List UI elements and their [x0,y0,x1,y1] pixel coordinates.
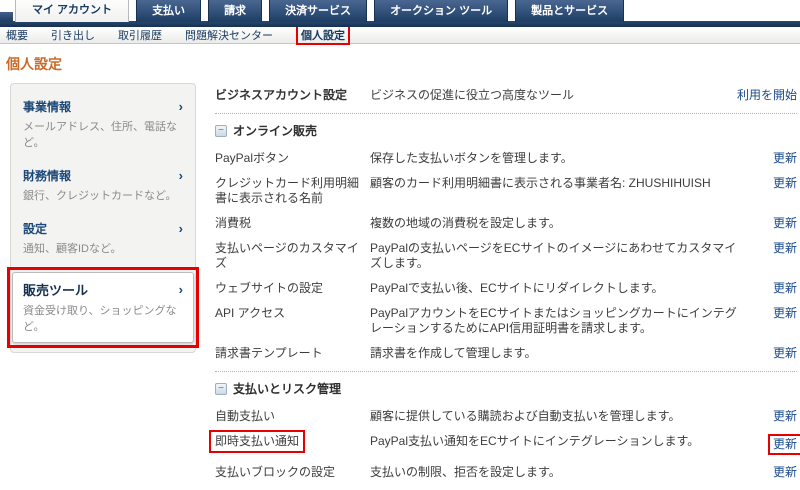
tab-bar-left-stub [0,12,13,22]
dotted-divider [215,371,797,372]
row-label: 支払いページのカスタマイズ [215,241,359,270]
page-title: 個人設定 [6,56,62,72]
row-description: 顧客に提供している購読および自動支払いを管理します。 [370,409,681,423]
row-description: 複数の地域の消費税を設定します。 [370,216,561,230]
row-paypal-buttons: PayPalボタン 保存した支払いボタンを管理します。 更新 [215,151,797,166]
sub-navigation: 概要 引き出し 取引履歴 問題解決センター 個人設定 [0,25,800,45]
row-block-payments: 支払いブロックの設定 支払いの制限、拒否を設定します。 更新 [215,465,797,480]
section-title: オンライン販売 [233,124,318,138]
main-tabs: マイ アカウント 支払い 請求 決済サービス オークション ツール 製品とサービ… [15,0,625,22]
dotted-divider [215,113,797,114]
subnav-resolution-center[interactable]: 問題解決センター [185,27,273,43]
update-link-ipn[interactable]: 更新 [767,434,800,455]
sidebar-item-settings[interactable]: 設定 › 通知、顧客IDなど。 [11,212,195,265]
row-description: PayPalで支払い後、ECサイトにリダイレクトします。 [370,281,664,295]
tab-my-account[interactable]: マイ アカウント [15,0,130,22]
sidebar-item-title: 設定 [23,222,48,236]
row-website-preferences: ウェブサイトの設定 PayPalで支払い後、ECサイトにリダイレクトします。 更… [215,281,797,296]
row-label: API アクセス [215,306,286,320]
row-description: 顧客のカード利用明細書に表示される事業者名: ZHUSHIHUISH [370,176,711,190]
section-payment-risk: − 支払いとリスク管理 [215,380,797,397]
sidebar-item-business-info[interactable]: 事業情報 › メールアドレス、住所、電話など。 [11,90,195,159]
collapse-minus-icon[interactable]: − [215,382,227,395]
row-label: ウェブサイトの設定 [215,281,324,295]
profile-sidebar: 事業情報 › メールアドレス、住所、電話など。 財務情報 › 銀行、クレジットカ… [7,83,199,353]
subnav-history[interactable]: 取引履歴 [118,27,162,43]
annotation-red-box-ipn-label: 即時支払い通知 [209,430,306,453]
sidebar-item-selling-tools[interactable]: 販売ツール › 資金受け取り、ショッピングなど。 [12,272,194,343]
update-link[interactable]: 更新 [773,346,797,361]
update-link[interactable]: 更新 [773,306,797,321]
update-link[interactable]: 更新 [773,241,797,256]
row-description: ビジネスの促進に役立つ高度なツール [370,88,575,102]
section-title: 支払いとリスク管理 [233,382,342,396]
sidebar-item-title: 事業情報 [23,100,72,114]
row-label: 自動支払い [215,409,276,423]
row-description: 支払いの制限、拒否を設定します。 [370,465,561,479]
sidebar-item-subtitle: 通知、顧客IDなど。 [23,243,122,255]
row-credit-card-statement-name: クレジットカード利用明細書に表示される名前 顧客のカード利用明細書に表示される事… [215,176,797,206]
tab-payments[interactable]: 支払い [136,0,202,22]
subnav-withdraw[interactable]: 引き出し [51,27,95,43]
row-description: 保存した支払いボタンを管理します。 [370,151,573,165]
row-description: PayPal支払い通知をECサイトにインテグレーションします。 [370,434,700,448]
update-link[interactable]: 更新 [773,151,797,166]
row-label: 消費税 [215,216,252,230]
annotation-red-box-selling-tools: 販売ツール › 資金受け取り、ショッピングなど。 [7,267,199,348]
row-sales-tax: 消費税 複数の地域の消費税を設定します。 更新 [215,216,797,231]
row-business-account: ビジネスアカウント設定 ビジネスの促進に役立つ高度なツール 利用を開始 [215,88,797,103]
update-link[interactable]: 更新 [773,465,797,480]
row-label: PayPalボタン [215,151,290,165]
update-link[interactable]: 更新 [773,281,797,296]
tab-merchant-services[interactable]: 決済サービス [269,0,368,22]
chevron-right-icon: › [178,99,183,114]
row-description: 請求書を作成して管理します。 [370,346,537,360]
subnav-profile[interactable]: 個人設定 [296,25,350,45]
row-label: 即時支払い通知 [209,430,370,453]
update-link[interactable]: 更新 [773,216,797,231]
sidebar-item-subtitle: 銀行、クレジットカードなど。 [23,190,177,202]
sidebar-item-title: 財務情報 [23,169,72,183]
row-label: 請求書テンプレート [215,346,323,360]
sidebar-item-subtitle: メールアドレス、住所、電話など。 [23,121,177,149]
row-api-access: API アクセス PayPalアカウントをECサイトまたはショッピングカートにイ… [215,306,797,336]
tab-products-services[interactable]: 製品とサービス [515,0,625,22]
row-label: 支払いブロックの設定 [215,465,336,479]
row-automatic-payments: 自動支払い 顧客に提供している購読および自動支払いを管理します。 更新 [215,409,797,424]
chevron-right-icon: › [178,221,183,236]
collapse-minus-icon[interactable]: − [215,124,227,137]
tab-auction-tools[interactable]: オークション ツール [374,0,509,22]
tab-request[interactable]: 請求 [208,0,263,22]
chevron-right-icon: › [178,168,183,183]
row-label: ビジネスアカウント設定 [215,88,348,102]
chevron-right-icon: › [178,282,183,297]
update-link[interactable]: 更新 [773,409,797,424]
subnav-overview[interactable]: 概要 [6,27,28,43]
row-invoice-templates: 請求書テンプレート 請求書を作成して管理します。 更新 [215,346,797,361]
row-description: PayPalアカウントをECサイトまたはショッピングカートにインテグレーションす… [370,306,737,335]
row-label: クレジットカード利用明細書に表示される名前 [215,176,360,205]
update-link[interactable]: 更新 [773,176,797,191]
sidebar-item-financial-info[interactable]: 財務情報 › 銀行、クレジットカードなど。 [11,159,195,212]
row-payment-page-customize: 支払いページのカスタマイズ PayPalの支払いページをECサイトのイメージにあ… [215,241,797,271]
top-tab-bar: マイ アカウント 支払い 請求 決済サービス オークション ツール 製品とサービ… [0,0,800,27]
row-description: PayPalの支払いページをECサイトのイメージにあわせてカスタマイズします。 [370,241,737,270]
row-instant-payment-notification: 即時支払い通知 PayPal支払い通知をECサイトにインテグレーションします。 … [209,430,800,455]
section-online-sales: − オンライン販売 [215,122,797,139]
start-using-link[interactable]: 利用を開始 [737,88,797,103]
profile-settings-panel: ビジネスアカウント設定 ビジネスの促進に役立つ高度なツール 利用を開始 − オン… [209,88,800,490]
sidebar-item-subtitle: 資金受け取り、ショッピングなど。 [23,305,177,333]
sidebar-item-title: 販売ツール [23,283,89,298]
